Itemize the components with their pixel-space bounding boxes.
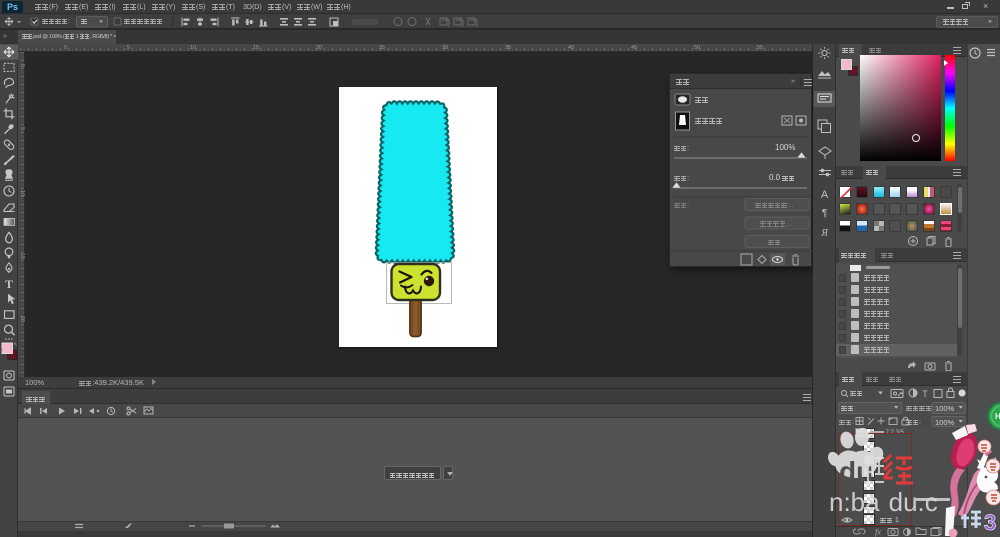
svg-text:3: 3	[984, 510, 996, 534]
svg-text:T: T	[922, 389, 928, 399]
svg-text:fx: fx	[875, 528, 881, 537]
svg-text:HB: HB	[995, 412, 1000, 421]
svg-text:A: A	[821, 189, 829, 201]
svg-text:¶: ¶	[822, 208, 827, 219]
svg-text:T: T	[5, 277, 13, 291]
svg-text:Я: Я	[820, 228, 829, 239]
